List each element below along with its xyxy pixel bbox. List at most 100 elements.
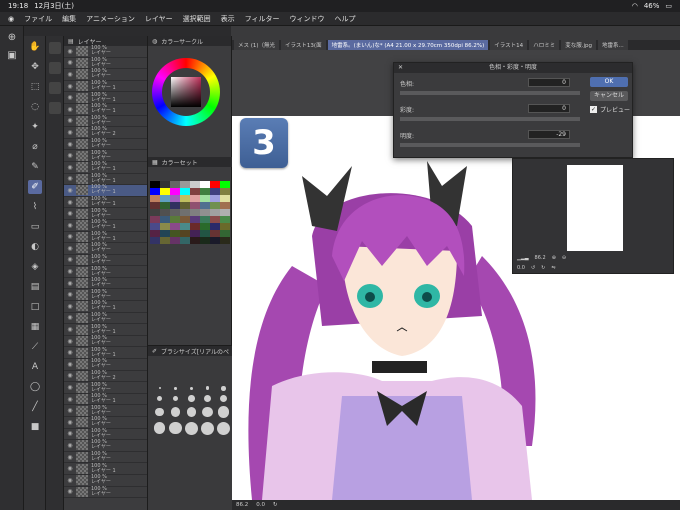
color-swatch[interactable] xyxy=(200,230,210,237)
color-swatch[interactable] xyxy=(200,181,210,188)
color-swatch[interactable] xyxy=(180,181,190,188)
line-tool-icon[interactable]: ╱ xyxy=(28,400,42,414)
color-swatch[interactable] xyxy=(200,188,210,195)
wand-tool-icon[interactable]: ✦ xyxy=(28,120,42,134)
app-icon[interactable]: ◉ xyxy=(8,15,14,23)
eye-icon[interactable]: ◉ xyxy=(64,117,76,124)
color-swatch[interactable] xyxy=(190,202,200,209)
eye-icon[interactable]: ◉ xyxy=(64,314,76,321)
color-swatch[interactable] xyxy=(150,230,160,237)
color-swatch[interactable] xyxy=(200,237,210,244)
eye-icon[interactable]: ◉ xyxy=(64,442,76,449)
color-swatch[interactable] xyxy=(170,188,180,195)
frame-tool-icon[interactable]: ▦ xyxy=(28,320,42,334)
color-swatch[interactable] xyxy=(190,237,200,244)
layer-row[interactable]: ◉ 100 % レイヤー xyxy=(64,57,147,70)
brush-size-option[interactable] xyxy=(189,386,194,390)
eye-icon[interactable]: ◉ xyxy=(64,396,76,403)
color-swatch[interactable] xyxy=(220,216,230,223)
ok-button[interactable]: OK xyxy=(590,77,628,87)
rotate-left-icon[interactable]: ↺ xyxy=(531,265,535,271)
eye-icon[interactable]: ◉ xyxy=(64,488,76,495)
color-swatch[interactable] xyxy=(200,216,210,223)
color-swatch[interactable] xyxy=(220,230,230,237)
color-swatch[interactable] xyxy=(200,223,210,230)
sub-tool-slot[interactable] xyxy=(49,42,61,54)
color-swatch[interactable] xyxy=(220,237,230,244)
layer-row[interactable]: ◉ 100 % レイヤー xyxy=(64,417,147,429)
brush-size-option[interactable] xyxy=(185,421,198,435)
layer-row[interactable]: ◉ 100 % レイヤー xyxy=(64,440,147,452)
color-swatch[interactable] xyxy=(190,188,200,195)
brush-size-option[interactable] xyxy=(203,394,212,403)
color-swatch[interactable] xyxy=(180,223,190,230)
text-tool-icon[interactable]: A xyxy=(28,360,42,374)
color-swatch[interactable] xyxy=(190,195,200,202)
brush-size-option[interactable] xyxy=(170,407,181,417)
menu-item[interactable]: 表示 xyxy=(221,14,235,24)
color-swatch[interactable] xyxy=(210,202,220,209)
layer-row[interactable]: ◉ 100 % レイヤー 1 xyxy=(64,463,147,475)
layer-row[interactable]: ◉ 100 % レイヤー xyxy=(64,254,147,267)
layer-row[interactable]: ◉ 100 % レイヤー xyxy=(64,336,147,348)
menu-item[interactable]: ファイル xyxy=(24,14,52,24)
color-swatch[interactable] xyxy=(150,209,160,216)
eye-icon[interactable]: ◉ xyxy=(64,384,76,391)
ruler-tool-icon[interactable]: ⟋ xyxy=(28,340,42,354)
luminosity-slider[interactable] xyxy=(400,143,580,147)
layer-row[interactable]: ◉ 100 % レイヤー 1 xyxy=(64,173,147,186)
brush-size-option[interactable] xyxy=(205,386,210,391)
layer-row[interactable]: ◉ 100 % レイヤー 1 xyxy=(64,347,147,360)
brush-size-option[interactable] xyxy=(156,395,163,402)
balloon-tool-icon[interactable]: ◯ xyxy=(28,380,42,394)
brush-size-option[interactable] xyxy=(217,421,230,435)
eye-icon[interactable]: ◉ xyxy=(64,477,76,484)
color-swatch[interactable] xyxy=(190,209,200,216)
eye-icon[interactable]: ◉ xyxy=(64,71,76,78)
color-swatch[interactable] xyxy=(180,230,190,237)
color-swatch[interactable] xyxy=(220,223,230,230)
color-swatch[interactable] xyxy=(160,202,170,209)
layer-row[interactable]: ◉ 100 % レイヤー xyxy=(64,208,147,220)
eye-icon[interactable]: ◉ xyxy=(64,48,76,55)
sub-tool-slot[interactable] xyxy=(49,62,61,74)
zoom-out-icon[interactable]: ⊖ xyxy=(562,255,566,261)
color-swatch[interactable] xyxy=(210,181,220,188)
brush-size-option[interactable] xyxy=(153,422,166,434)
layer-row[interactable]: ◉ 100 % レイヤー 1 xyxy=(64,301,147,313)
rotate-icon[interactable]: ↻ xyxy=(273,502,278,508)
document-tab[interactable]: 変な服.jpg xyxy=(561,40,596,50)
pen-tool-icon[interactable]: ✎ xyxy=(28,160,42,174)
hue-input[interactable]: 0 xyxy=(528,78,570,87)
brush-size-option[interactable] xyxy=(172,395,179,402)
color-swatch[interactable] xyxy=(160,188,170,195)
eye-icon[interactable]: ◉ xyxy=(64,245,76,252)
menu-item[interactable]: 編集 xyxy=(62,14,76,24)
color-swatch[interactable] xyxy=(150,223,160,230)
eye-icon[interactable]: ◉ xyxy=(64,349,76,356)
color-swatch[interactable] xyxy=(150,195,160,202)
layer-row[interactable]: ◉ 100 % レイヤー xyxy=(64,266,147,278)
eye-icon[interactable]: ◉ xyxy=(64,291,76,298)
brush-size-option[interactable] xyxy=(202,406,213,418)
color-swatch[interactable] xyxy=(210,195,220,202)
color-swatch[interactable] xyxy=(210,223,220,230)
sub-tool-slot[interactable] xyxy=(49,102,61,114)
eye-icon[interactable]: ◉ xyxy=(64,187,76,194)
eye-icon[interactable]: ◉ xyxy=(64,129,76,136)
color-swatch[interactable] xyxy=(180,216,190,223)
color-swatch[interactable] xyxy=(150,202,160,209)
menu-item[interactable]: レイヤー xyxy=(145,14,173,24)
layer-row[interactable]: ◉ 100 % レイヤー xyxy=(64,382,147,394)
eye-icon[interactable]: ◉ xyxy=(64,106,76,113)
sub-tool-slot[interactable] xyxy=(49,82,61,94)
eye-icon[interactable]: ◉ xyxy=(64,222,76,229)
saturation-value-square[interactable] xyxy=(171,77,201,107)
brush-tool-icon[interactable]: ✐ xyxy=(28,180,42,194)
layer-row[interactable]: ◉ 100 % レイヤー 2 xyxy=(64,370,147,383)
layer-row[interactable]: ◉ 100 % レイヤー xyxy=(64,139,147,151)
luminosity-input[interactable]: -29 xyxy=(528,130,570,139)
color-swatch[interactable] xyxy=(180,195,190,202)
eye-icon[interactable]: ◉ xyxy=(64,338,76,345)
layer-row[interactable]: ◉ 100 % レイヤー xyxy=(64,150,147,162)
